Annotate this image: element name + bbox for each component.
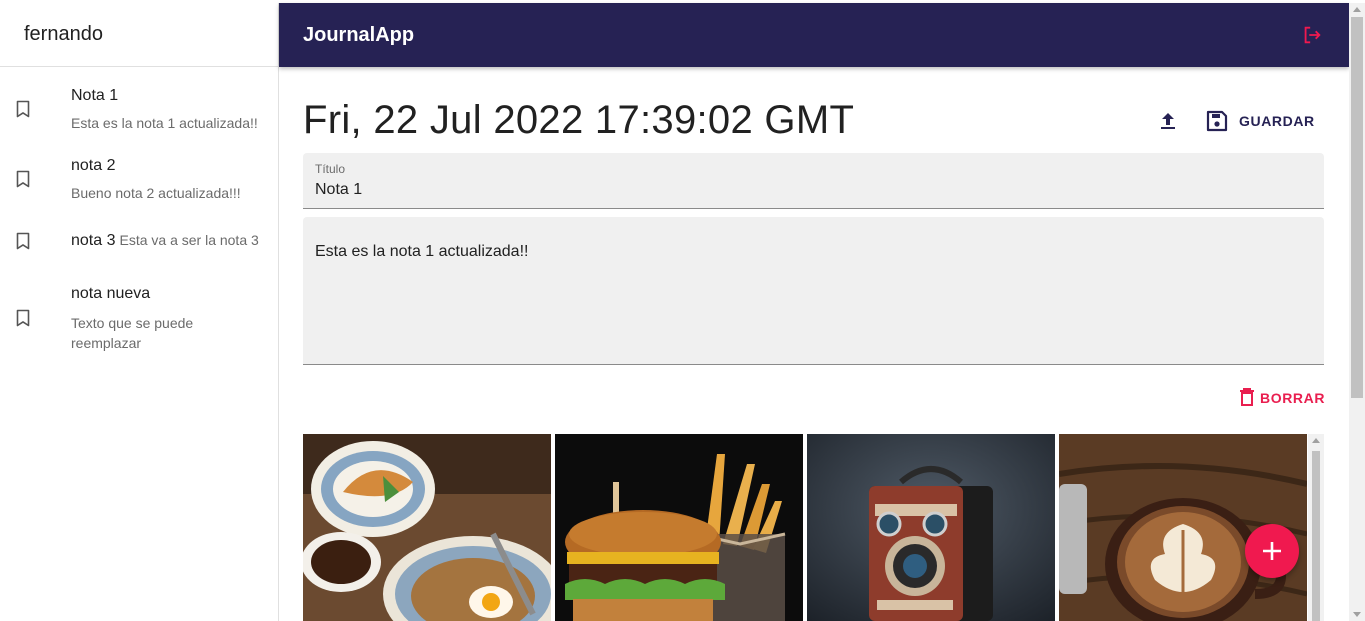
image-gallery <box>303 434 1324 621</box>
title-input[interactable] <box>315 181 1312 199</box>
note-item-3[interactable]: nota 3 Esta va a ser la nota 3 <box>0 217 278 265</box>
logout-icon[interactable] <box>1299 22 1325 48</box>
note-body: Esta es la nota 1 actualizada!! <box>71 115 258 131</box>
bookmark-icon <box>16 170 71 188</box>
save-icon <box>1206 110 1228 132</box>
title-field[interactable]: Título <box>303 153 1324 209</box>
note-title: nota 2 <box>71 157 116 174</box>
window-scrollbar-thumb[interactable] <box>1351 17 1363 398</box>
gallery-image-camera[interactable] <box>807 434 1055 621</box>
body-textarea[interactable]: Esta es la nota 1 actualizada!! <box>315 243 1312 261</box>
upload-icon <box>1161 113 1175 129</box>
note-title: nota nueva <box>71 285 151 302</box>
note-date: Fri, 22 Jul 2022 17:39:02 GMT <box>303 98 855 142</box>
note-item-4[interactable]: nota nueva Texto que se puede reemplazar <box>0 265 278 363</box>
add-note-fab[interactable] <box>1245 524 1299 578</box>
sidebar: fernando Nota 1 Esta es la nota 1 actual… <box>0 3 279 621</box>
app-title: JournalApp <box>303 23 415 46</box>
body-field[interactable]: Esta es la nota 1 actualizada!! <box>303 217 1324 365</box>
note-item-1[interactable]: Nota 1 Esta es la nota 1 actualizada!! <box>0 67 278 141</box>
plus-icon <box>1263 542 1281 560</box>
app-bar: JournalApp <box>279 3 1349 67</box>
gallery-scrollbar-thumb[interactable] <box>1312 451 1320 621</box>
note-item-2[interactable]: nota 2 Bueno nota 2 actualizada!!! <box>0 141 278 217</box>
delete-button[interactable]: BORRAR <box>1239 388 1325 407</box>
user-name: fernando <box>24 23 103 45</box>
scroll-up-arrow-icon[interactable] <box>1312 438 1320 443</box>
note-editor: Fri, 22 Jul 2022 17:39:02 GMT GUARDAR Tí… <box>279 67 1349 621</box>
window-scrollbar[interactable] <box>1349 3 1365 621</box>
trash-icon <box>1240 388 1254 406</box>
bookmark-icon <box>16 100 71 118</box>
bookmark-icon <box>16 309 71 327</box>
note-body: Esta va a ser la nota 3 <box>119 232 259 248</box>
bookmark-icon <box>16 232 71 250</box>
scroll-down-arrow-icon[interactable] <box>1353 612 1361 617</box>
save-label: GUARDAR <box>1239 113 1315 129</box>
note-body: Texto que se puede reemplazar <box>71 315 194 351</box>
note-list: Nota 1 Esta es la nota 1 actualizada!! n… <box>0 67 278 363</box>
delete-label: BORRAR <box>1260 389 1326 406</box>
scroll-up-arrow-icon[interactable] <box>1353 7 1361 12</box>
save-button[interactable]: GUARDAR <box>1205 106 1315 136</box>
gallery-scrollbar[interactable] <box>1308 434 1324 621</box>
title-field-label: Título <box>315 162 346 176</box>
gallery-image-burger[interactable] <box>555 434 803 621</box>
note-body: Bueno nota 2 actualizada!!! <box>71 185 241 201</box>
gallery-image-croissant[interactable] <box>303 434 551 621</box>
sidebar-header: fernando <box>0 3 278 67</box>
note-title: nota 3 <box>71 232 116 249</box>
note-title: Nota 1 <box>71 87 119 104</box>
upload-button[interactable] <box>1155 107 1181 135</box>
